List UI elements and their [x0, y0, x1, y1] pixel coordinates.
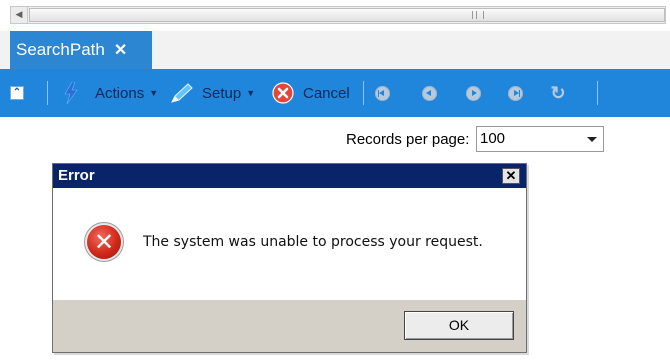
refresh-icon[interactable]: ↻	[549, 84, 567, 102]
cancel-icon	[272, 82, 294, 104]
actions-label: Actions	[95, 84, 145, 102]
chevron-down-icon: ▼	[149, 88, 159, 98]
ok-button[interactable]: OK	[404, 311, 514, 340]
cancel-label: Cancel	[303, 84, 350, 102]
chevron-down-icon: ▼	[246, 88, 256, 98]
tab-strip: SearchPath ✕	[0, 31, 670, 70]
last-page-icon[interactable]	[508, 86, 523, 101]
scroll-left-arrow-icon[interactable]: ◀	[11, 7, 28, 23]
collapse-toggle-icon[interactable]: ⌃	[10, 86, 24, 100]
toolbar-divider	[597, 81, 598, 105]
scrollbar-thumb[interactable]	[29, 8, 665, 22]
tab-close-icon[interactable]: ✕	[114, 40, 127, 60]
setup-label: Setup	[202, 84, 242, 102]
dropdown-arrow-icon	[587, 137, 597, 142]
toolbar-divider	[47, 81, 48, 105]
actions-menu-button[interactable]: Actions ▼	[63, 69, 158, 117]
lightning-icon	[64, 82, 78, 104]
error-icon: ✕	[87, 225, 121, 259]
toolbar-divider	[363, 81, 364, 105]
dialog-close-icon[interactable]: ✕	[502, 168, 520, 184]
next-page-icon[interactable]	[466, 86, 481, 101]
records-per-page-select[interactable]: 100	[476, 126, 604, 152]
first-page-icon[interactable]	[375, 86, 390, 101]
records-per-page-value: 100	[480, 130, 506, 147]
dialog-title-text: Error	[58, 167, 95, 184]
tab-label: SearchPath	[16, 40, 105, 59]
horizontal-scrollbar[interactable]: ◀	[10, 6, 666, 24]
scrollbar-grip-icon	[472, 11, 484, 19]
tab-searchpath[interactable]: SearchPath ✕	[10, 31, 152, 69]
dialog-title: Error ✕	[53, 164, 526, 188]
records-per-page-label: Records per page:	[346, 131, 470, 148]
error-message: The system was unable to process your re…	[143, 234, 483, 250]
previous-page-icon[interactable]	[422, 86, 437, 101]
toolbar: ⌃ Actions ▼ Setup ▼ Cancel ↻	[0, 69, 670, 117]
error-dialog: Error ✕ ✕ The system was unable to proce…	[52, 163, 527, 353]
dialog-footer: OK	[53, 300, 526, 352]
cancel-button[interactable]: Cancel	[272, 69, 350, 117]
setup-menu-button[interactable]: Setup ▼	[170, 69, 255, 117]
dialog-body: ✕ The system was unable to process your …	[53, 188, 526, 300]
pencil-icon	[171, 83, 193, 103]
